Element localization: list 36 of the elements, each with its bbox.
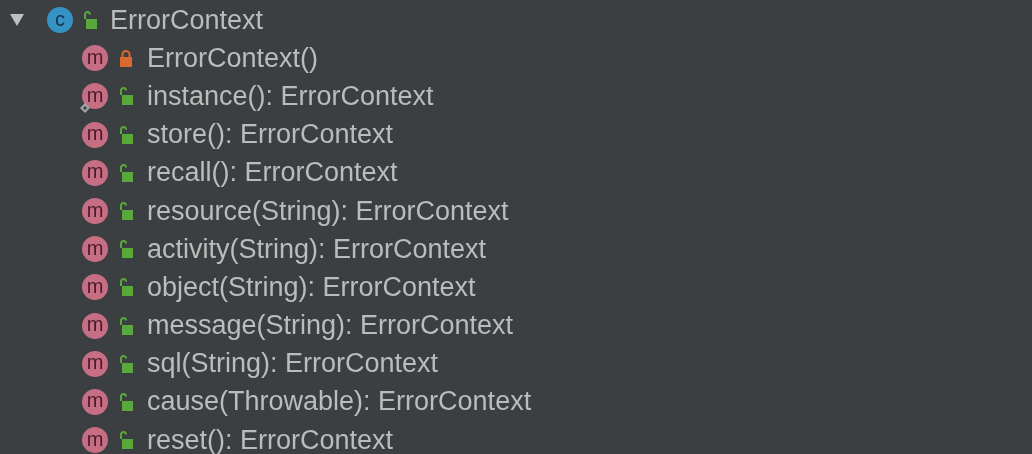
method-icon: m (82, 159, 108, 186)
class-icon: c (47, 7, 73, 34)
method-signature: ErrorContext() (147, 42, 319, 74)
method-icon: m (82, 427, 108, 454)
class-name: ErrorContext (110, 4, 264, 36)
method-signature: object(String): ErrorContext (147, 271, 476, 303)
method-signature: cause(Throwable): ErrorContext (147, 386, 532, 418)
method-icon: m (82, 388, 108, 415)
method-signature: message(String): ErrorContext (147, 310, 514, 342)
method-signature: recall(): ErrorContext (147, 157, 398, 189)
method-signature: activity(String): ErrorContext (147, 233, 487, 265)
method-signature: resource(String): ErrorContext (147, 195, 509, 227)
method-icon: m (82, 312, 108, 339)
tree-item[interactable]: m resource(String): ErrorContext (0, 191, 509, 231)
tree-item[interactable]: m recall(): ErrorContext (0, 153, 398, 192)
method-icon: m (82, 274, 108, 301)
tree-item[interactable]: m activity(String): ErrorContext (0, 230, 487, 269)
method-signature: reset(): ErrorContext (147, 424, 394, 454)
tree-item[interactable]: m store(): ErrorContext (0, 115, 394, 154)
tree-item[interactable]: m object(String): ErrorContext (0, 268, 476, 307)
method-icon: m (82, 198, 108, 225)
method-icon: m (82, 83, 108, 110)
method-icon: m (82, 350, 108, 377)
tree-item[interactable]: m sql(String): ErrorContext (0, 344, 439, 383)
tree-item[interactable]: c ErrorContext (0, 1, 264, 40)
tree-item[interactable]: m ErrorContext() (0, 39, 319, 78)
tree-item[interactable]: m instance(): ErrorContext (0, 77, 434, 116)
method-icon: m (82, 236, 108, 263)
tree-item[interactable]: m cause(Throwable): ErrorContext (0, 382, 532, 422)
tree-item[interactable]: m reset(): ErrorContext (0, 421, 394, 454)
method-icon: m (82, 45, 108, 72)
tree-item[interactable]: m message(String): ErrorContext (0, 306, 514, 345)
method-signature: instance(): ErrorContext (147, 80, 434, 112)
method-signature: sql(String): ErrorContext (147, 348, 439, 380)
method-signature: store(): ErrorContext (147, 119, 394, 151)
method-icon: m (82, 121, 108, 148)
